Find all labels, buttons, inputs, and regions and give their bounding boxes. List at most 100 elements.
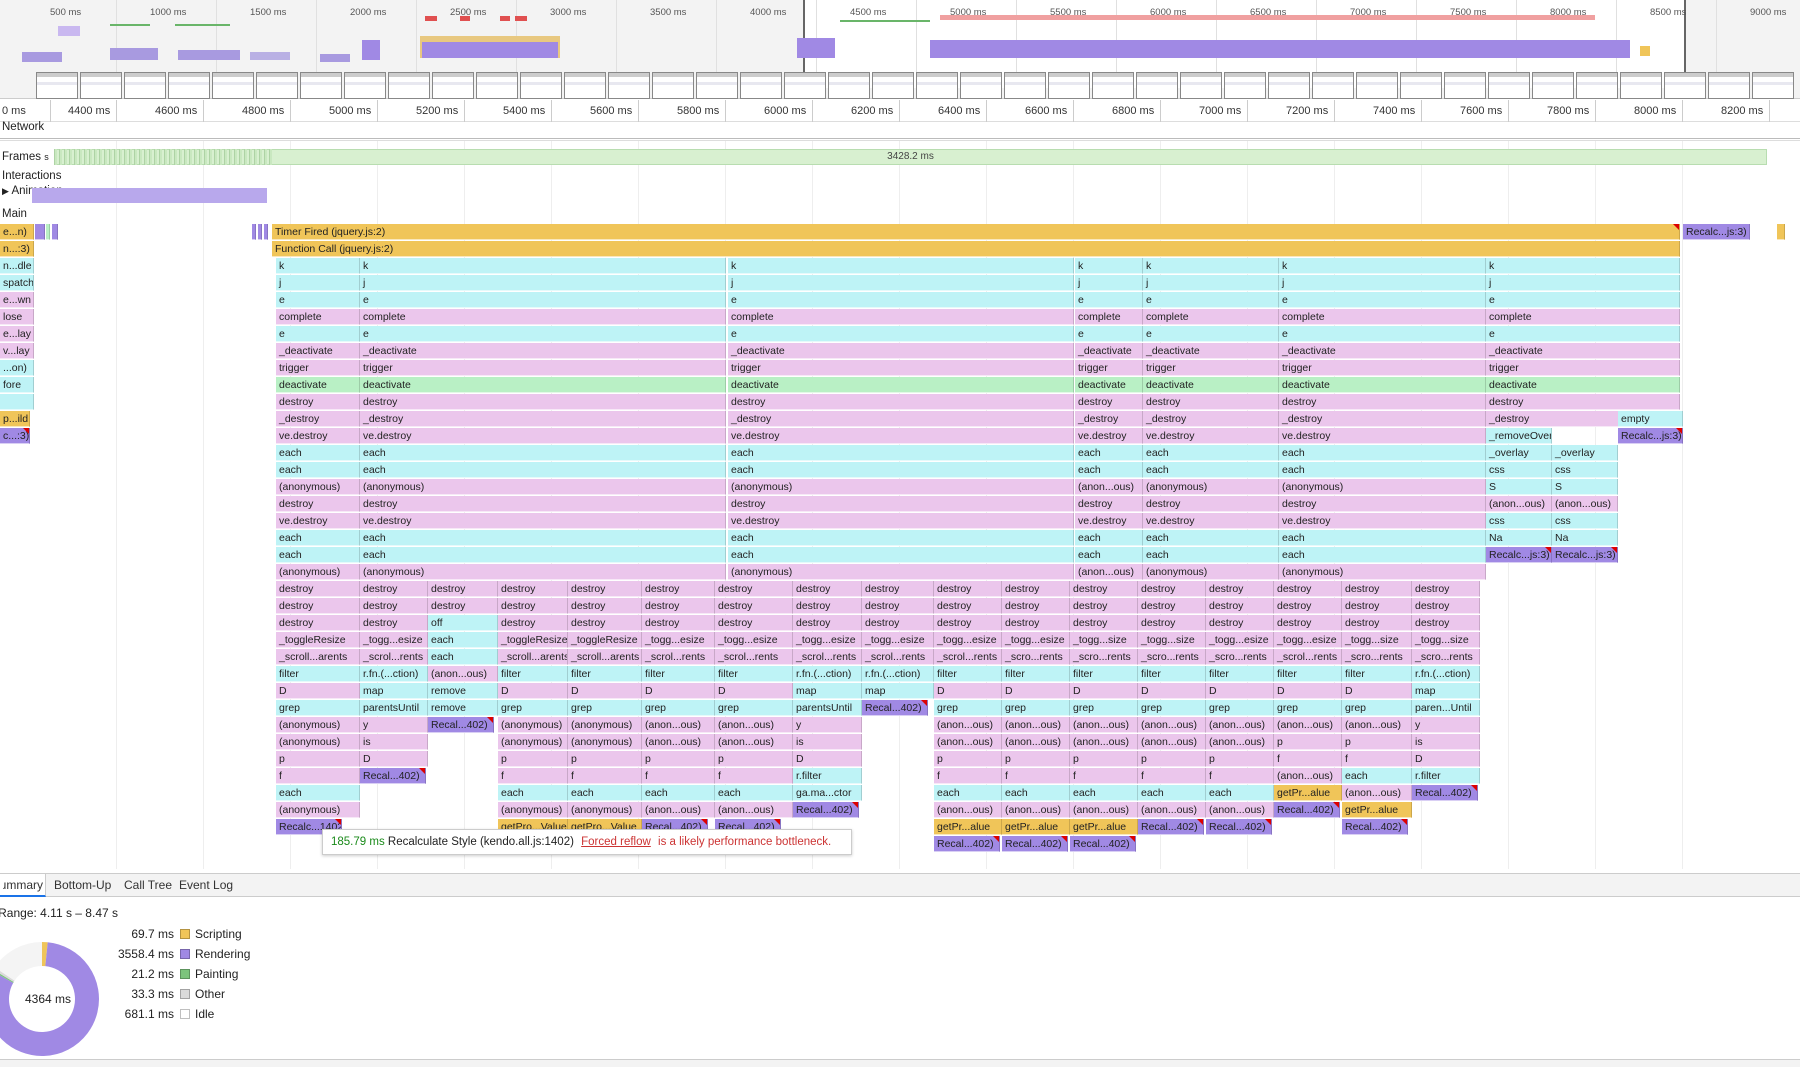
- flame-event[interactable]: n...dle: [0, 258, 34, 274]
- flame-event[interactable]: grep: [715, 700, 793, 716]
- flame-event[interactable]: e...wn: [0, 292, 34, 308]
- flame-event[interactable]: y: [360, 717, 428, 733]
- flame-event[interactable]: f: [715, 768, 793, 784]
- flame-event[interactable]: (anon...ous): [1206, 734, 1274, 750]
- tab-event-log[interactable]: Event Log: [176, 874, 236, 897]
- flame-event-small[interactable]: [264, 224, 268, 240]
- flame-event[interactable]: each: [1070, 785, 1138, 801]
- flame-event[interactable]: S: [1552, 479, 1618, 495]
- flame-event[interactable]: _deactivate: [1279, 343, 1486, 359]
- flame-event[interactable]: destroy: [862, 581, 934, 597]
- flame-event[interactable]: j: [276, 275, 360, 291]
- flame-event[interactable]: destroy: [1274, 615, 1342, 631]
- screenshot-thumbnail[interactable]: [1620, 72, 1662, 99]
- flame-event[interactable]: destroy: [793, 615, 862, 631]
- flame-event[interactable]: f: [1274, 751, 1342, 767]
- flame-event[interactable]: each: [276, 530, 360, 546]
- flame-event[interactable]: destroy: [568, 598, 642, 614]
- flame-event[interactable]: destroy: [1279, 496, 1486, 512]
- screenshot-thumbnail[interactable]: [1048, 72, 1090, 99]
- flame-event[interactable]: k: [1143, 258, 1279, 274]
- flame-event[interactable]: _destroy: [728, 411, 1074, 427]
- tab-summary[interactable]: Summary: [0, 874, 46, 897]
- flame-event[interactable]: ve.destroy: [1075, 428, 1143, 444]
- flame-event[interactable]: _destroy: [360, 411, 726, 427]
- flame-event[interactable]: j: [1486, 275, 1680, 291]
- flame-event[interactable]: (anonymous): [568, 717, 642, 733]
- flame-event[interactable]: each: [498, 785, 568, 801]
- screenshot-thumbnail[interactable]: [784, 72, 826, 99]
- screenshot-thumbnail[interactable]: [1752, 72, 1794, 99]
- flame-event[interactable]: j: [728, 275, 1074, 291]
- flame-event[interactable]: (anon...ous): [642, 734, 715, 750]
- flame-event[interactable]: trigger: [1279, 360, 1486, 376]
- flame-event[interactable]: destroy: [1412, 615, 1480, 631]
- flame-event[interactable]: each: [1279, 530, 1486, 546]
- flame-event[interactable]: destroy: [1412, 581, 1480, 597]
- flame-event-small[interactable]: [252, 224, 256, 240]
- flame-event[interactable]: destroy: [715, 598, 793, 614]
- flame-event[interactable]: _destroy: [1075, 411, 1143, 427]
- flame-event[interactable]: D: [498, 683, 568, 699]
- flame-event[interactable]: n...:3): [0, 241, 34, 257]
- flame-event[interactable]: is: [360, 734, 428, 750]
- flame-event[interactable]: Recalc...js:3): [1552, 547, 1618, 563]
- flame-event[interactable]: deactivate: [1143, 377, 1279, 393]
- flame-event[interactable]: each: [1002, 785, 1070, 801]
- flame-event[interactable]: e: [360, 292, 726, 308]
- flame-event[interactable]: (anonymous): [728, 479, 1074, 495]
- flame-event[interactable]: (anon...ous): [1138, 802, 1206, 818]
- flame-event[interactable]: Recal...402): [1412, 785, 1478, 801]
- flame-event[interactable]: lose: [0, 309, 34, 325]
- flame-event[interactable]: destroy: [1206, 615, 1274, 631]
- screenshot-thumbnail[interactable]: [652, 72, 694, 99]
- screenshot-thumbnail[interactable]: [1664, 72, 1706, 99]
- flame-event[interactable]: map: [1412, 683, 1480, 699]
- flame-event[interactable]: destroy: [1002, 615, 1070, 631]
- screenshot-thumbnail[interactable]: [1532, 72, 1574, 99]
- flame-event[interactable]: destroy: [360, 496, 726, 512]
- flame-event[interactable]: each: [1143, 445, 1279, 461]
- main-track-label[interactable]: Main: [2, 208, 27, 220]
- screenshot-thumbnail[interactable]: [696, 72, 738, 99]
- flame-event[interactable]: is: [1412, 734, 1480, 750]
- flame-event[interactable]: getPr...alue: [1002, 819, 1070, 835]
- flame-event[interactable]: destroy: [498, 615, 568, 631]
- flame-event[interactable]: grep: [498, 700, 568, 716]
- flame-event[interactable]: Recal...402): [360, 768, 426, 784]
- screenshot-thumbnail[interactable]: [1356, 72, 1398, 99]
- frames-track-label[interactable]: Frames s: [2, 151, 49, 163]
- flame-event[interactable]: each: [428, 632, 498, 648]
- frame-bar-long[interactable]: 3428.2 ms: [54, 149, 1767, 165]
- animation-bar[interactable]: [32, 188, 267, 203]
- flame-event[interactable]: off: [428, 615, 498, 631]
- flame-event[interactable]: deactivate: [1279, 377, 1486, 393]
- flame-event[interactable]: f: [498, 768, 568, 784]
- flame-event[interactable]: (anon...ous): [1002, 802, 1070, 818]
- flame-event[interactable]: Na: [1552, 530, 1618, 546]
- flame-event[interactable]: css: [1486, 513, 1552, 529]
- flame-event[interactable]: each: [360, 462, 726, 478]
- flame-event[interactable]: k: [1486, 258, 1680, 274]
- flame-event[interactable]: destroy: [1279, 394, 1486, 410]
- flame-event[interactable]: e: [1143, 292, 1279, 308]
- flame-event[interactable]: grep: [1274, 700, 1342, 716]
- flame-event[interactable]: p: [276, 751, 360, 767]
- flame-event[interactable]: filter: [1138, 666, 1206, 682]
- flame-event-small[interactable]: [35, 224, 45, 240]
- flame-event[interactable]: _deactivate: [1486, 343, 1680, 359]
- flame-event[interactable]: grep: [1342, 700, 1412, 716]
- flame-event[interactable]: f: [1206, 768, 1274, 784]
- flame-event[interactable]: destroy: [862, 615, 934, 631]
- flame-event[interactable]: grep: [1070, 700, 1138, 716]
- flame-event[interactable]: destroy: [1002, 581, 1070, 597]
- flame-event[interactable]: _toggleResize: [498, 632, 568, 648]
- flame-event[interactable]: deactivate: [1486, 377, 1680, 393]
- flame-event[interactable]: destroy: [276, 394, 360, 410]
- flame-event[interactable]: each: [568, 785, 642, 801]
- flame-event[interactable]: destroy: [1138, 615, 1206, 631]
- flame-event[interactable]: Function Call (jquery.js:2): [272, 241, 1680, 257]
- flame-event[interactable]: getPr...alue: [934, 819, 1002, 835]
- flame-event[interactable]: each: [1075, 547, 1143, 563]
- flame-event[interactable]: (anon...ous): [1274, 768, 1342, 784]
